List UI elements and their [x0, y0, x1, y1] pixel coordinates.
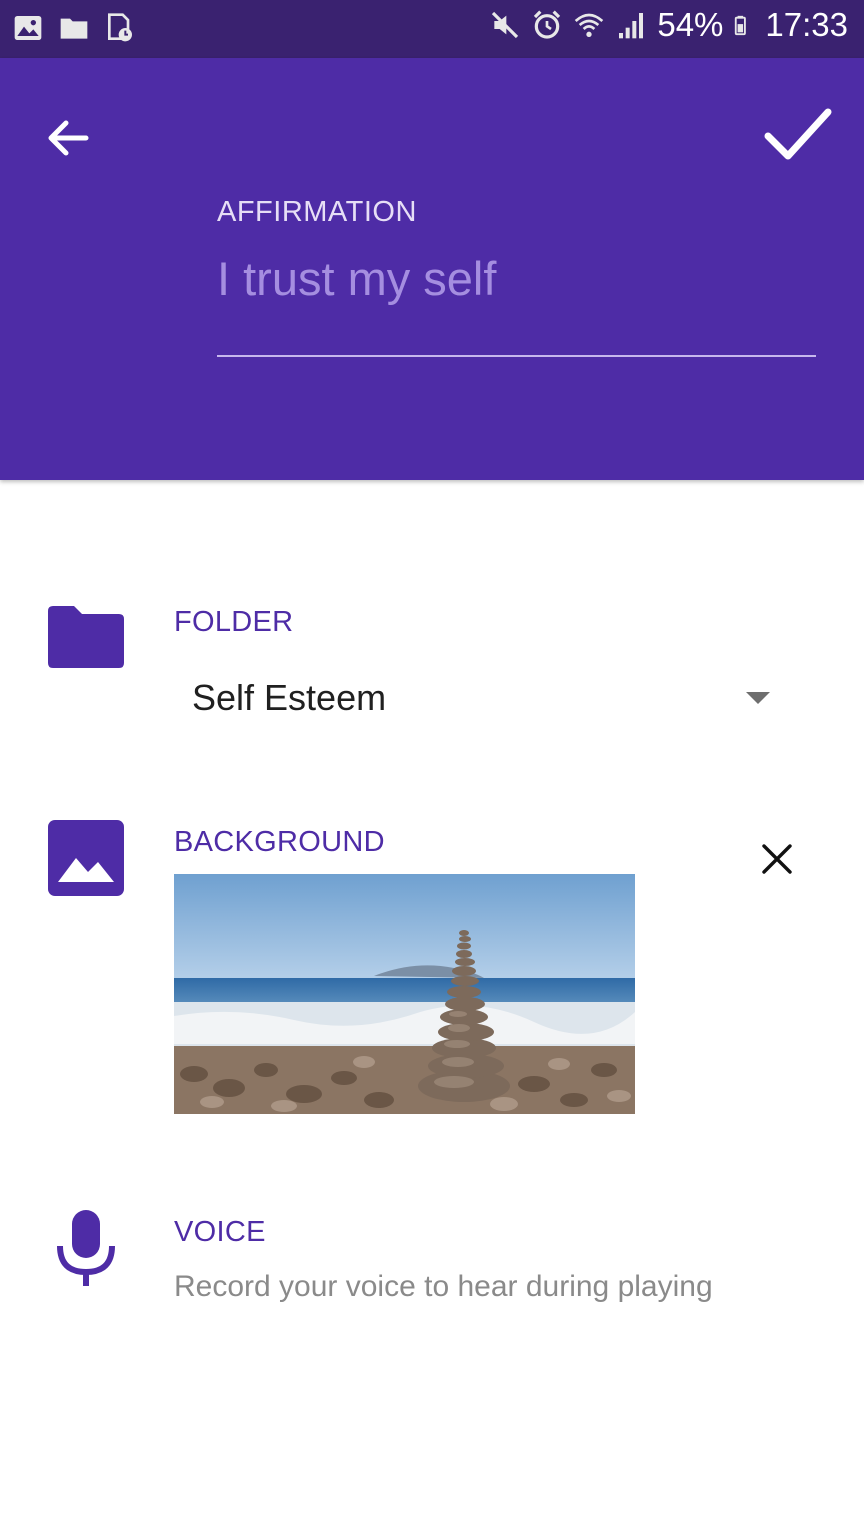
folder-icon [48, 606, 124, 668]
folder-select[interactable]: Self Esteem [192, 668, 782, 728]
battery-icon [735, 15, 747, 36]
image-icon [48, 820, 124, 896]
microphone-icon[interactable] [56, 1210, 116, 1288]
app-header: AFFIRMATION [0, 58, 864, 480]
close-icon[interactable] [760, 842, 794, 876]
alarm-icon [534, 10, 561, 39]
clock: 17:33 [765, 6, 848, 43]
arrow-left-icon[interactable] [36, 106, 100, 170]
folder-icon [60, 18, 88, 39]
background-label: BACKGROUND [174, 826, 385, 858]
status-bar: 54% 17:33 [0, 0, 864, 58]
battery-percent: 54% [657, 6, 724, 43]
background-preview-image[interactable] [174, 874, 635, 1114]
voice-label: VOICE [174, 1216, 266, 1248]
system-icons: 54% 17:33 [489, 6, 848, 44]
affirmation-label: AFFIRMATION [217, 196, 417, 228]
affirmation-input[interactable] [217, 248, 816, 308]
file-clock-icon [108, 13, 132, 42]
chevron-down-icon [746, 692, 770, 704]
notification-icons [12, 12, 136, 44]
affirmation-underline [217, 355, 816, 357]
voice-description[interactable]: Record your voice to hear during playing [174, 1270, 713, 1304]
checkmark-icon[interactable] [760, 96, 836, 172]
wifi-icon [575, 13, 604, 37]
folder-label: FOLDER [174, 606, 294, 638]
folder-selected-value: Self Esteem [192, 677, 387, 718]
signal-icon [619, 13, 644, 39]
mute-icon [492, 11, 519, 39]
image-icon [14, 16, 42, 40]
